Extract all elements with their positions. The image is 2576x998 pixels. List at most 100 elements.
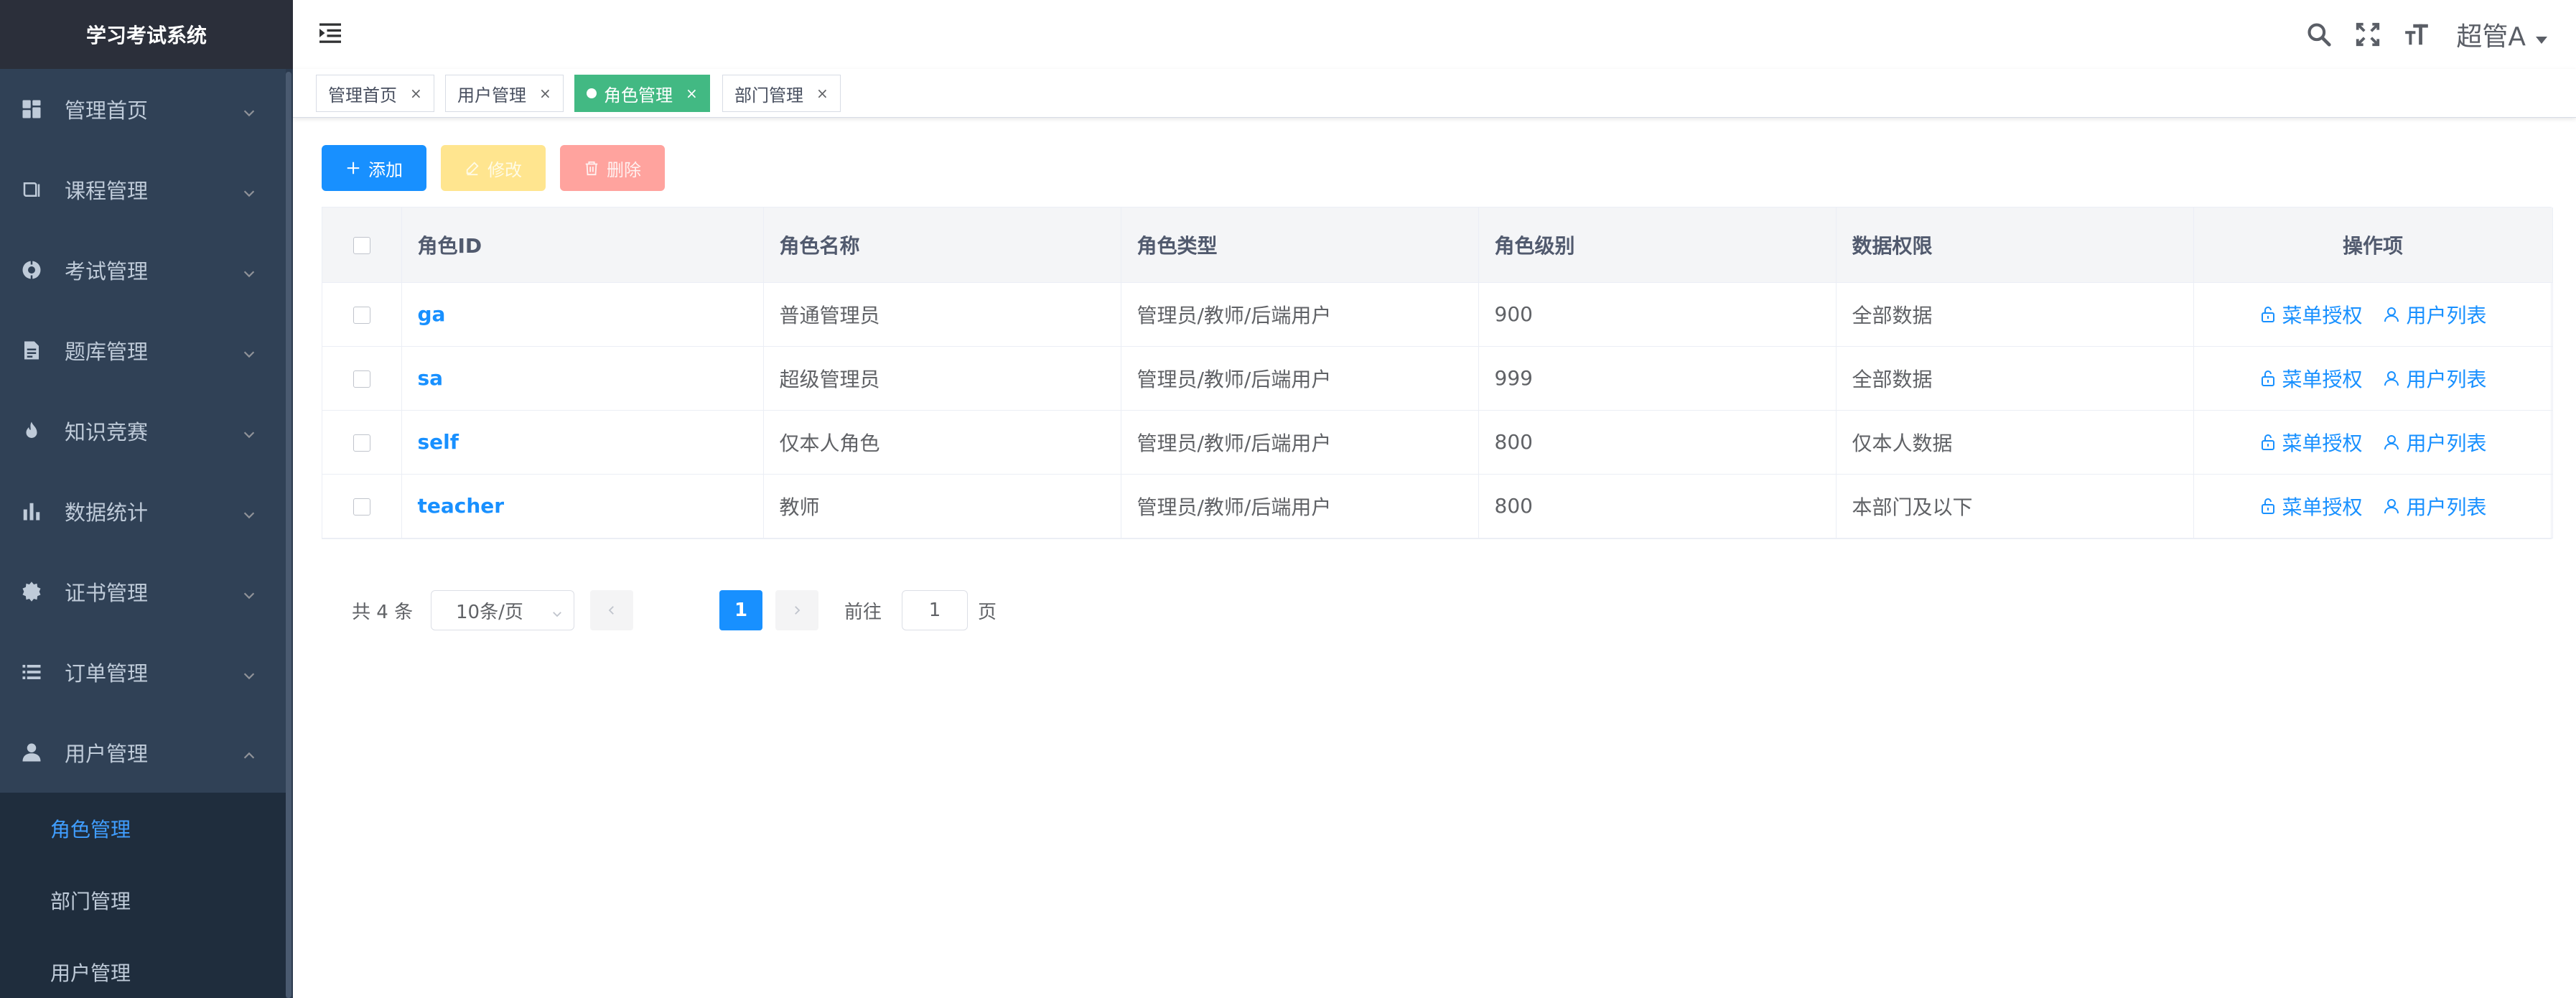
lock-icon [2261,498,2274,514]
edit-icon [465,160,480,176]
user-icon [2384,307,2399,322]
row-checkbox[interactable] [353,307,370,324]
sidebar-item-label: 管理首页 [65,98,149,123]
submenu-item-role[interactable]: 角色管理 [0,793,287,864]
table-header-row: 角色ID 角色名称 角色类型 角色级别 数据权限 操作项 [322,207,2553,283]
user-list-link[interactable]: 用户列表 [2383,492,2486,521]
role-type-cell: 管理员/教师/后端用户 [1121,346,1479,411]
select-all-checkbox[interactable] [353,237,370,255]
caret-down-icon[interactable] [2536,37,2547,44]
user-list-label: 用户列表 [2406,431,2487,455]
table-row: teacher 教师 管理员/教师/后端用户 800 本部门及以下 菜单授权 用… [322,474,2553,538]
column-header[interactable]: 角色类型 [1121,207,1479,283]
row-checkbox[interactable] [353,498,370,516]
user-list-link[interactable]: 用户列表 [2383,300,2486,329]
sidebar-item-contest[interactable]: 知识竞赛 [0,391,287,471]
book-icon [20,178,43,201]
user-list-link[interactable]: 用户列表 [2383,364,2486,393]
menu-auth-link[interactable]: 菜单授权 [2259,364,2363,393]
goto-page-input[interactable] [902,590,968,630]
prev-page-button[interactable] [590,590,633,630]
column-header[interactable]: 角色级别 [1478,207,1837,283]
table-row: sa 超级管理员 管理员/教师/后端用户 999 全部数据 菜单授权 用户列表 [322,346,2553,411]
column-header[interactable]: 角色名称 [763,207,1121,283]
edit-button[interactable]: 修改 [441,145,546,191]
role-id-cell[interactable]: ga [401,282,764,347]
tags-view: 管理首页 × 用户管理 × 角色管理 × 部门管理 × [293,69,2576,118]
user-icon [2384,498,2399,513]
data-scope-cell: 本部门及以下 [1836,474,2194,538]
submenu-item-user[interactable]: 用户管理 [0,936,287,998]
role-level-cell: 999 [1478,346,1837,411]
role-type-cell: 管理员/教师/后端用户 [1121,474,1479,538]
search-icon[interactable] [2304,19,2334,50]
tag-label: 角色管理 [604,85,673,106]
plus-icon [345,160,361,176]
menu-auth-link[interactable]: 菜单授权 [2259,492,2363,521]
sidebar-item-order[interactable]: 订单管理 [0,632,287,712]
pagination: 共 4 条 10条/页 1 前往 页 [352,590,1070,630]
chevron-right-icon [795,606,801,615]
sidebar-scrollbar-thumb[interactable] [286,72,291,998]
role-id-cell[interactable]: teacher [401,474,764,538]
navbar-right: 超管A [2285,0,2547,69]
close-icon[interactable]: × [539,85,551,102]
sidebar-item-question-bank[interactable]: 题库管理 [0,310,287,391]
submenu-item-department[interactable]: 部门管理 [0,864,287,936]
goto-label: 前往 [844,601,882,623]
sidebar-item-dashboard[interactable]: 管理首页 [0,69,287,149]
menu-auth-link[interactable]: 菜单授权 [2259,428,2363,457]
chart-icon [20,500,43,523]
next-page-button[interactable] [775,590,818,630]
close-icon[interactable]: × [686,85,698,102]
edit-button-label: 修改 [487,159,522,180]
column-header: 操作项 [2193,207,2553,283]
row-checkbox[interactable] [353,370,370,388]
role-table: 角色ID 角色名称 角色类型 角色级别 数据权限 操作项 ga 普通管理员 管理… [322,207,2553,539]
column-header[interactable]: 角色ID [401,207,764,283]
sidebar-item-statistics[interactable]: 数据统计 [0,471,287,551]
menu-auth-label: 菜单授权 [2282,431,2363,455]
user-list-link[interactable]: 用户列表 [2383,428,2486,457]
role-id-cell[interactable]: self [401,410,764,475]
user-icon [20,741,43,764]
tag-department-management[interactable]: 部门管理 × [722,75,841,112]
row-checkbox[interactable] [353,434,370,452]
sidebar-item-user[interactable]: 用户管理 [0,712,287,793]
delete-button[interactable]: 删除 [560,145,665,191]
chevron-down-icon [241,342,257,358]
page-size-select[interactable]: 10条/页 [431,590,574,630]
dashboard-icon [20,98,43,121]
menu-auth-link[interactable]: 菜单授权 [2259,300,2363,329]
close-icon[interactable]: × [816,85,829,102]
column-header[interactable]: 数据权限 [1836,207,2194,283]
select-all-cell [322,207,402,283]
sidebar-item-label: 订单管理 [65,661,149,686]
tag-role-management[interactable]: 角色管理 × [574,75,710,112]
page-number-active[interactable]: 1 [719,590,762,630]
chevron-down-icon [241,101,257,117]
chevron-down-icon [241,262,257,278]
trash-icon [584,160,599,176]
list-icon [20,661,43,684]
close-icon[interactable]: × [410,85,422,102]
tag-dashboard[interactable]: 管理首页 × [316,75,434,112]
user-name[interactable]: 超管A [2456,16,2526,53]
actions-cell: 菜单授权 用户列表 [2193,346,2553,411]
role-name-cell: 普通管理员 [763,282,1121,347]
actions-cell: 菜单授权 用户列表 [2193,282,2553,347]
tag-user-management[interactable]: 用户管理 × [445,75,564,112]
role-id-cell[interactable]: sa [401,346,764,411]
chevron-up-icon [241,745,257,760]
menu-auth-label: 菜单授权 [2282,495,2363,519]
sidebar-item-course[interactable]: 课程管理 [0,149,287,230]
fullscreen-icon[interactable] [2353,19,2383,50]
font-size-icon[interactable] [2402,19,2432,50]
page-size-value: 10条/页 [456,601,523,623]
delete-button-label: 删除 [607,159,641,180]
sidebar-item-exam[interactable]: 考试管理 [0,230,287,310]
hamburger-icon[interactable] [317,20,343,46]
sidebar-item-certificate[interactable]: 证书管理 [0,551,287,632]
data-scope-cell: 全部数据 [1836,282,2194,347]
add-button[interactable]: 添加 [322,145,426,191]
